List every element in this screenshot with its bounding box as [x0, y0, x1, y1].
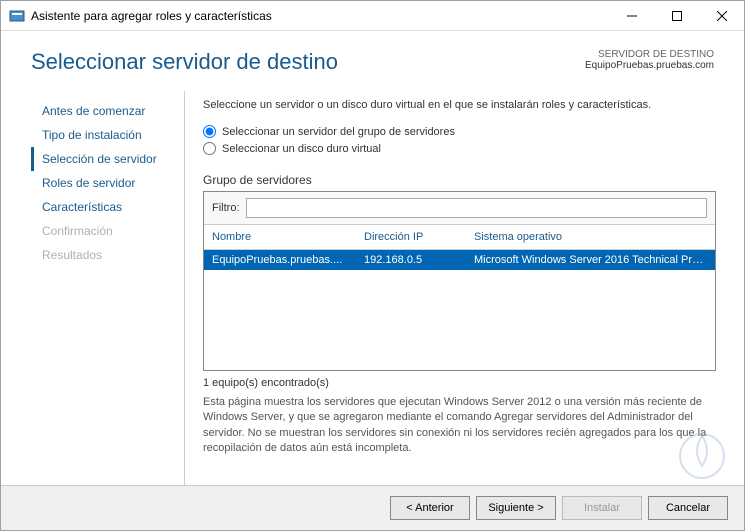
destination-info: SERVIDOR DE DESTINO EquipoPruebas.prueba… — [585, 49, 714, 71]
window-title: Asistente para agregar roles y caracterí… — [31, 9, 609, 23]
minimize-button[interactable] — [609, 1, 654, 31]
cancel-button[interactable]: Cancelar — [648, 496, 728, 520]
result-count: 1 equipo(s) encontrado(s) — [203, 377, 716, 389]
server-pool-label: Grupo de servidores — [203, 173, 716, 187]
main-content: Seleccione un servidor o un disco duro v… — [185, 91, 744, 485]
sidebar-item-server-roles[interactable]: Roles de servidor — [31, 171, 176, 195]
table-row[interactable]: EquipoPruebas.pruebas.... 192.168.0.5 Mi… — [204, 250, 715, 270]
window-controls — [609, 1, 744, 31]
cell-name: EquipoPruebas.pruebas.... — [204, 250, 356, 270]
wizard-window: Asistente para agregar roles y caracterí… — [0, 0, 745, 531]
table-body: EquipoPruebas.pruebas.... 192.168.0.5 Mi… — [204, 250, 715, 370]
sidebar-item-install-type[interactable]: Tipo de instalación — [31, 123, 176, 147]
install-button: Instalar — [562, 496, 642, 520]
table-header: Nombre Dirección IP Sistema operativo — [204, 225, 715, 250]
page-title: Seleccionar servidor de destino — [31, 49, 338, 75]
radio-vhd-label: Seleccionar un disco duro virtual — [222, 143, 381, 155]
next-button[interactable]: Siguiente > — [476, 496, 556, 520]
selection-radio-group: Seleccionar un servidor del grupo de ser… — [203, 125, 716, 159]
radio-server-pool-label: Seleccionar un servidor del grupo de ser… — [222, 126, 455, 138]
cell-os: Microsoft Windows Server 2016 Technical … — [466, 250, 715, 270]
maximize-button[interactable] — [654, 1, 699, 31]
app-icon — [9, 8, 25, 24]
body: Antes de comenzar Tipo de instalación Se… — [1, 83, 744, 485]
sidebar-item-confirmation: Confirmación — [31, 219, 176, 243]
column-ip[interactable]: Dirección IP — [356, 225, 466, 249]
footer: < Anterior Siguiente > Instalar Cancelar — [1, 485, 744, 530]
instruction-text: Seleccione un servidor o un disco duro v… — [203, 99, 716, 111]
column-name[interactable]: Nombre — [204, 225, 356, 249]
titlebar: Asistente para agregar roles y caracterí… — [1, 1, 744, 31]
radio-vhd[interactable]: Seleccionar un disco duro virtual — [203, 142, 716, 155]
radio-vhd-input[interactable] — [203, 142, 216, 155]
cell-ip: 192.168.0.5 — [356, 250, 466, 270]
radio-server-pool-input[interactable] — [203, 125, 216, 138]
server-table: Nombre Dirección IP Sistema operativo Eq… — [204, 225, 715, 370]
filter-input[interactable] — [246, 198, 708, 218]
destination-label: SERVIDOR DE DESTINO — [585, 49, 714, 60]
server-pool-panel: Filtro: Nombre Dirección IP Sistema oper… — [203, 191, 716, 371]
radio-server-pool[interactable]: Seleccionar un servidor del grupo de ser… — [203, 125, 716, 138]
header: Seleccionar servidor de destino SERVIDOR… — [1, 31, 744, 83]
sidebar: Antes de comenzar Tipo de instalación Se… — [1, 91, 176, 485]
filter-row: Filtro: — [204, 192, 715, 225]
column-os[interactable]: Sistema operativo — [466, 225, 715, 249]
sidebar-item-features[interactable]: Características — [31, 195, 176, 219]
sidebar-item-results: Resultados — [31, 243, 176, 267]
filter-label: Filtro: — [212, 202, 240, 214]
destination-server: EquipoPruebas.pruebas.com — [585, 60, 714, 71]
sidebar-item-server-selection[interactable]: Selección de servidor — [31, 147, 176, 171]
description-text: Esta página muestra los servidores que e… — [203, 395, 716, 457]
previous-button[interactable]: < Anterior — [390, 496, 470, 520]
close-button[interactable] — [699, 1, 744, 31]
sidebar-item-before-begin[interactable]: Antes de comenzar — [31, 99, 176, 123]
